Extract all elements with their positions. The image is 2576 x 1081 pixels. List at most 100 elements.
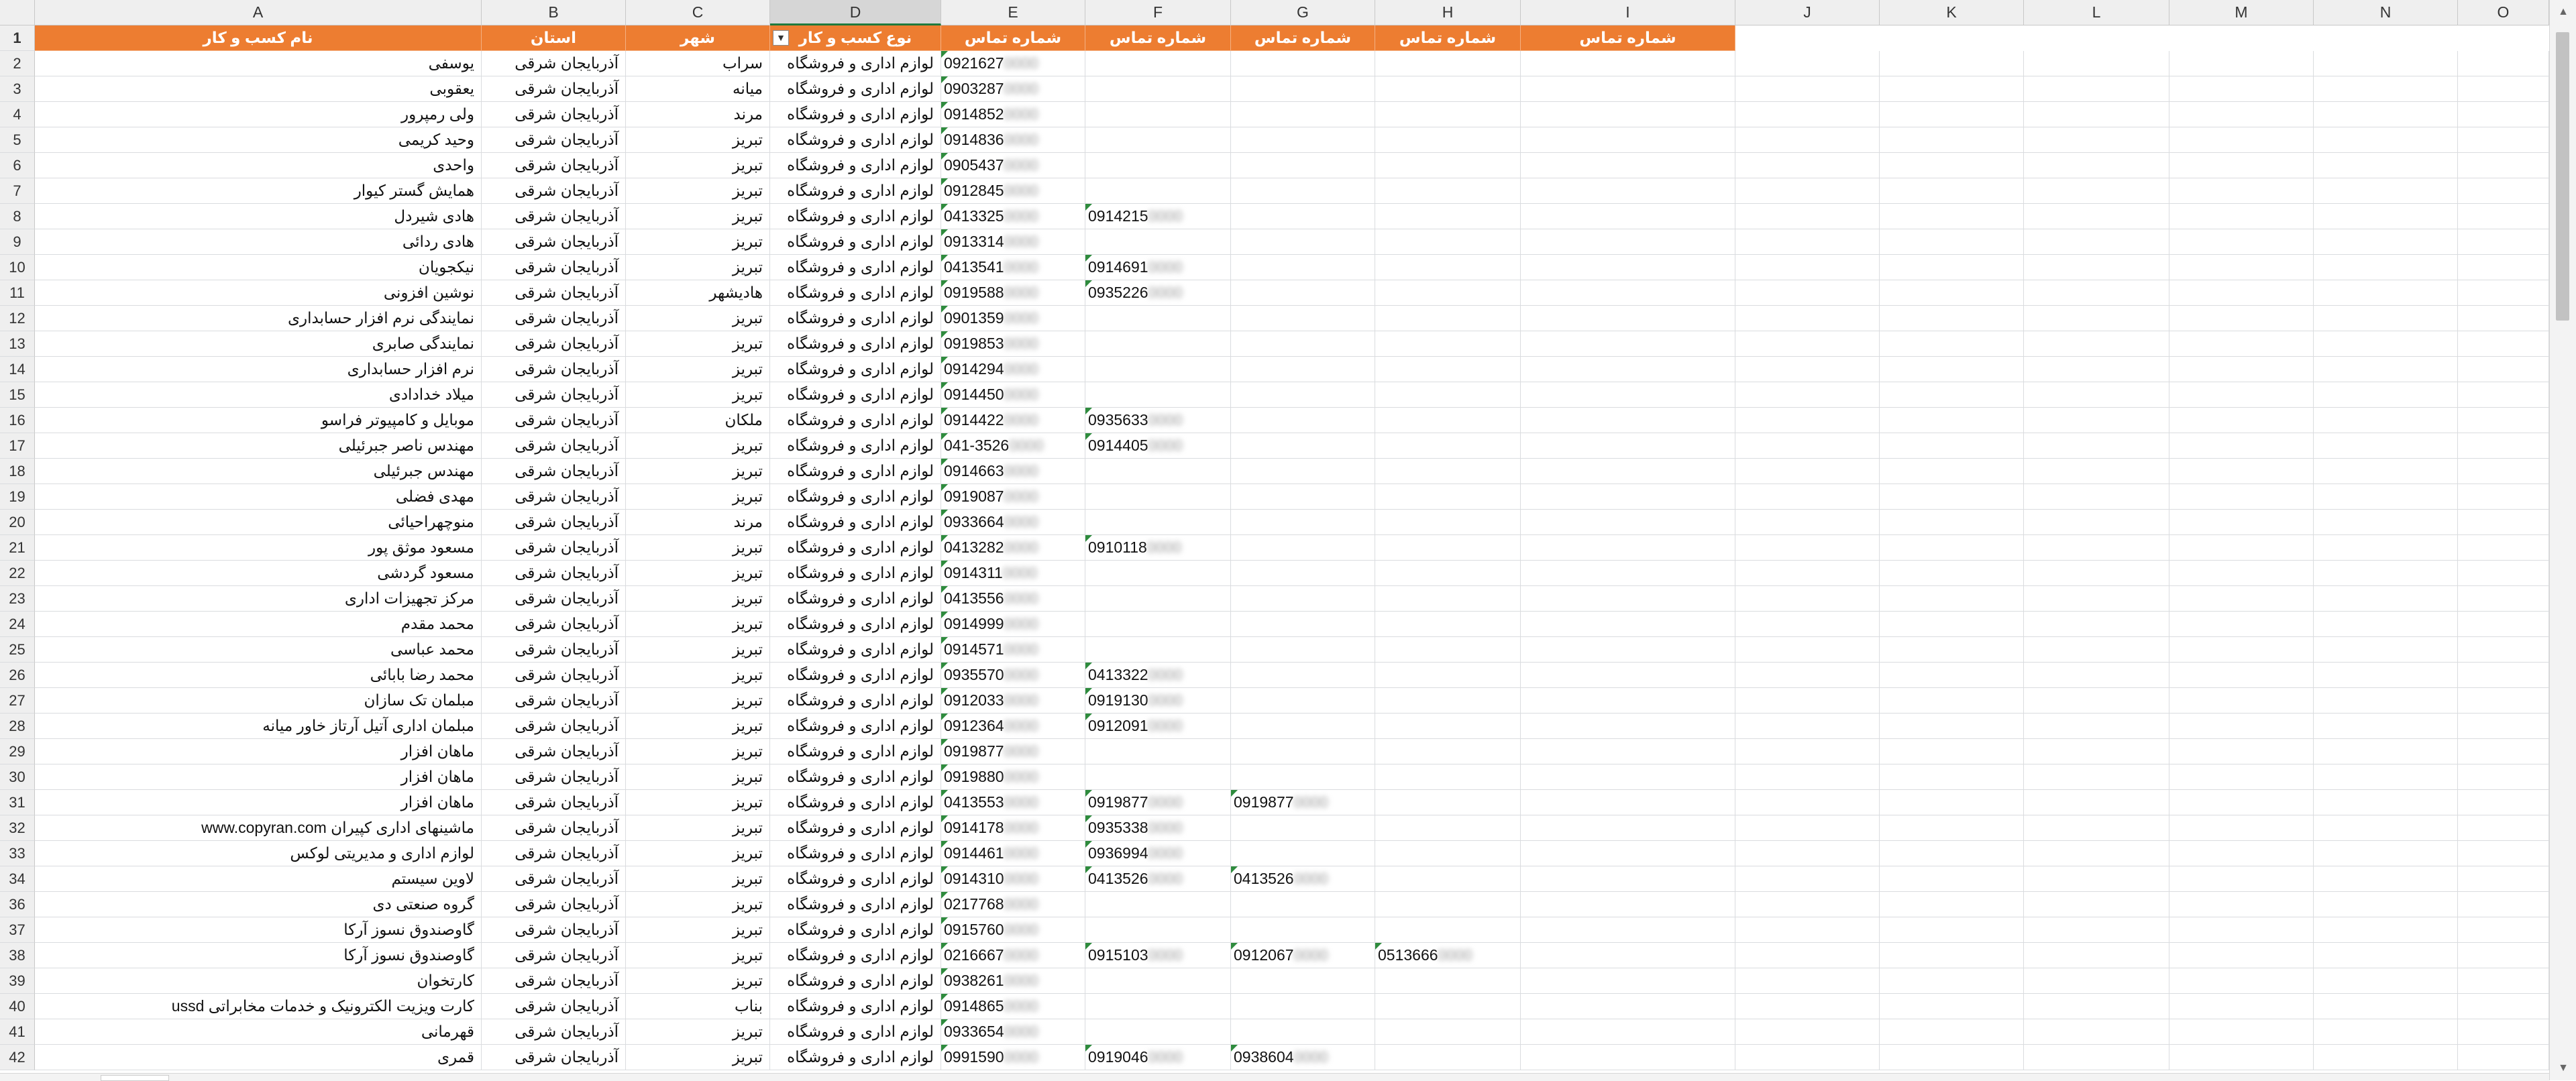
cell-city[interactable]: تبریز [626,688,770,714]
cell-empty[interactable] [1521,127,1735,153]
cell-phone-1[interactable]: 04133250000 [941,204,1085,229]
cell-empty[interactable] [2024,255,2169,280]
cell-empty[interactable] [2314,306,2458,331]
cell-empty[interactable] [1521,433,1735,459]
cell-phone-4[interactable] [1375,968,1521,994]
cell-empty[interactable] [1735,714,1880,739]
cell-phone-1[interactable]: 09128450000 [941,178,1085,204]
cell-phone-3[interactable] [1231,382,1375,408]
cell-city[interactable]: تبریز [626,331,770,357]
cell-empty[interactable] [1521,280,1735,306]
header-name[interactable]: نام کسب و کار [35,25,482,51]
row-number[interactable]: 13 [0,331,35,357]
cell-empty[interactable] [1880,255,2024,280]
cell-empty[interactable] [1735,764,1880,790]
cell-phone-1[interactable]: 09157600000 [941,917,1085,943]
column-header-l[interactable]: L [2024,0,2169,25]
cell-empty[interactable] [2169,663,2314,688]
cell-name[interactable]: ماهان افزار [35,739,482,764]
column-header-j[interactable]: J [1735,0,1880,25]
cell-empty[interactable] [2024,764,2169,790]
cell-empty[interactable] [2024,714,2169,739]
cell-phone-1[interactable]: 02166670000 [941,943,1085,968]
cell-phone-2[interactable] [1085,917,1231,943]
cell-empty[interactable] [2169,1019,2314,1045]
row-number[interactable]: 19 [0,484,35,510]
cell-city[interactable]: تبریز [626,790,770,815]
cell-city[interactable]: تبریز [626,204,770,229]
cell-business-type[interactable]: لوازم اداری و فروشگاه [770,815,941,841]
cell-name[interactable]: کارتخوان [35,968,482,994]
cell-phone-2[interactable]: 04135260000 [1085,866,1231,892]
cell-business-type[interactable]: لوازم اداری و فروشگاه [770,561,941,586]
header-phone-5[interactable]: شماره تماس [1521,25,1735,51]
cell-province[interactable]: آذربایجان شرقی [482,229,626,255]
cell-phone-4[interactable] [1375,280,1521,306]
cell-name[interactable]: مبلمان اداری آتیل آرتاز خاور میانه [35,714,482,739]
cell-empty[interactable] [2024,612,2169,637]
column-header-o[interactable]: O [2458,0,2549,25]
cell-phone-1[interactable]: 09198800000 [941,764,1085,790]
cell-empty[interactable] [1735,76,1880,102]
cell-name[interactable]: یوسفی [35,51,482,76]
cell-empty[interactable] [2314,433,2458,459]
cell-business-type[interactable]: لوازم اداری و فروشگاه [770,586,941,612]
cell-province[interactable]: آذربایجان شرقی [482,127,626,153]
cell-phone-1[interactable]: 09149990000 [941,612,1085,637]
row-number[interactable]: 22 [0,561,35,586]
cell-phone-2[interactable]: 09352260000 [1085,280,1231,306]
cell-province[interactable]: آذربایجان شرقی [482,204,626,229]
cell-empty[interactable] [1735,408,1880,433]
row-number[interactable]: 18 [0,459,35,484]
cell-phone-2[interactable] [1085,968,1231,994]
cell-phone-2[interactable]: 09142150000 [1085,204,1231,229]
cell-city[interactable]: تبریز [626,382,770,408]
cell-name[interactable]: لوازم اداری و مدیریتی لوکس [35,841,482,866]
cell-phone-3[interactable] [1231,637,1375,663]
cell-business-type[interactable]: لوازم اداری و فروشگاه [770,892,941,917]
cell-empty[interactable] [1735,663,1880,688]
cell-phone-2[interactable] [1085,357,1231,382]
cell-city[interactable]: میانه [626,76,770,102]
cell-phone-4[interactable] [1375,561,1521,586]
column-header-c[interactable]: C [626,0,770,25]
cell-empty[interactable] [2458,127,2549,153]
cell-empty[interactable] [2458,204,2549,229]
cell-empty[interactable] [1521,484,1735,510]
cell-province[interactable]: آذربایجان شرقی [482,382,626,408]
cell-empty[interactable] [1521,204,1735,229]
cell-empty[interactable] [2458,994,2549,1019]
cell-city[interactable]: تبریز [626,841,770,866]
cell-empty[interactable] [2458,714,2549,739]
cell-empty[interactable] [2458,178,2549,204]
cell-empty[interactable] [2024,841,2169,866]
cell-province[interactable]: آذربایجان شرقی [482,1045,626,1070]
cell-business-type[interactable]: لوازم اداری و فروشگاه [770,229,941,255]
cell-empty[interactable] [1521,688,1735,714]
column-header-d[interactable]: D [770,0,941,25]
cell-empty[interactable] [1880,841,2024,866]
cell-empty[interactable] [1880,178,2024,204]
cell-business-type[interactable]: لوازم اداری و فروشگاه [770,764,941,790]
cell-phone-4[interactable] [1375,866,1521,892]
row-number[interactable]: 38 [0,943,35,968]
cell-name[interactable]: گروه صنعتی دی [35,892,482,917]
cell-empty[interactable] [1880,229,2024,255]
cell-phone-4[interactable] [1375,76,1521,102]
cell-empty[interactable] [2314,688,2458,714]
cell-empty[interactable] [1880,306,2024,331]
cell-empty[interactable] [2024,637,2169,663]
cell-phone-2[interactable]: 09101180000 [1085,535,1231,561]
cell-phone-3[interactable] [1231,994,1375,1019]
cell-city[interactable]: تبریز [626,892,770,917]
cell-name[interactable]: مهدی فضلی [35,484,482,510]
cell-city[interactable]: تبریز [626,612,770,637]
cell-empty[interactable] [2024,739,2169,764]
cell-empty[interactable] [1735,561,1880,586]
cell-empty[interactable] [2314,331,2458,357]
cell-name[interactable]: مهندس جبرئیلی [35,459,482,484]
cell-city[interactable]: مرند [626,102,770,127]
cell-phone-4[interactable]: 05136660000 [1375,943,1521,968]
cell-empty[interactable] [1521,535,1735,561]
cell-empty[interactable] [1880,637,2024,663]
